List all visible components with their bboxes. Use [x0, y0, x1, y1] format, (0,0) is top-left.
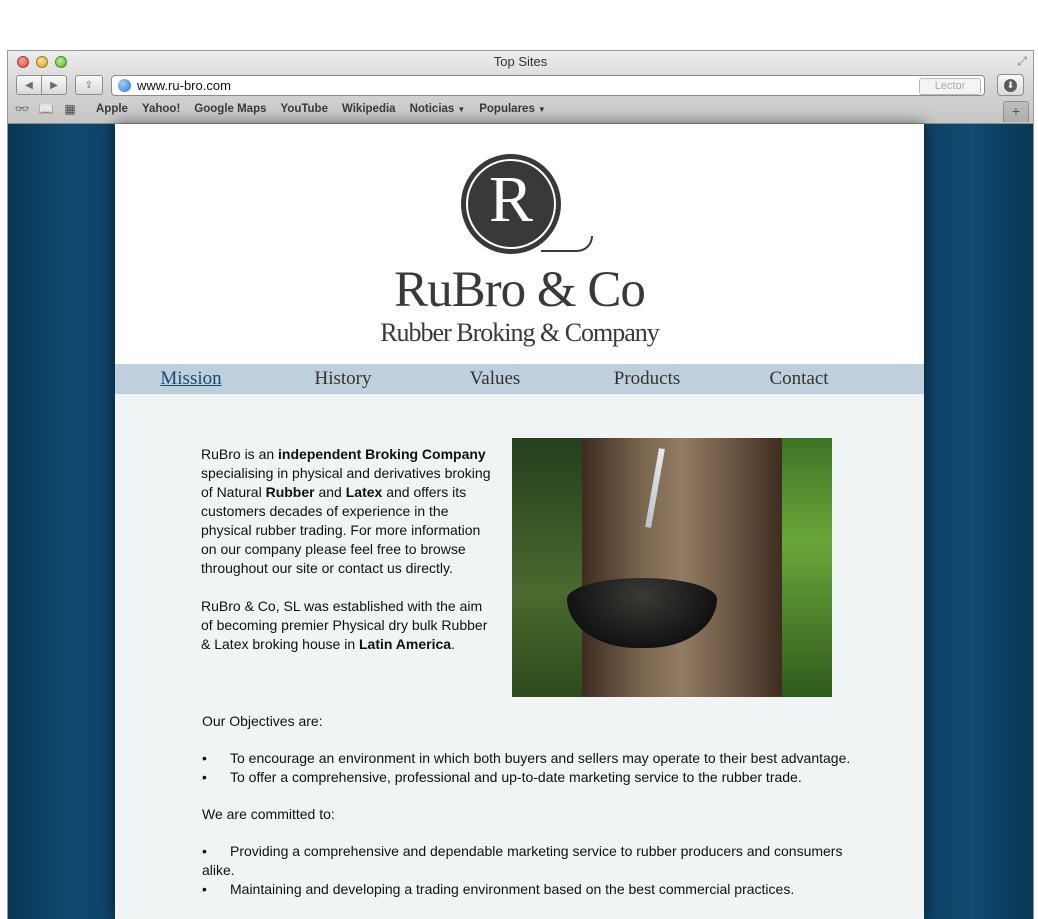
commitments-heading: We are committed to: — [202, 806, 335, 822]
top-sites-grid-icon[interactable]: ▦ — [60, 102, 80, 116]
intro-paragraph: RuBro & Co, SL was established with the … — [201, 598, 488, 652]
rubber-tree-photo — [512, 438, 832, 697]
bookmarks-bar: 👓 📖 ▦ Apple Yahoo! Google Maps YouTube W… — [8, 100, 546, 118]
downloads-button[interactable]: ⬇ — [997, 74, 1024, 96]
list-item-text: Providing a comprehensive and dependable… — [202, 843, 843, 878]
list-item: • To encourage an environment in which bo… — [202, 749, 862, 768]
brand-tagline: Rubber Broking & Company — [380, 318, 660, 347]
mission-body: Our Objectives are: • To encourage an env… — [202, 712, 862, 917]
bookmark-apple[interactable]: Apple — [96, 103, 128, 115]
emphasis-text: Latin America — [359, 636, 452, 652]
bullet: • — [202, 769, 207, 785]
forward-button[interactable]: ▶ — [41, 75, 67, 95]
list-item: • Providing a comprehensive and dependabl… — [202, 842, 862, 880]
nav-contact[interactable]: Contact — [723, 364, 875, 394]
intro-text: RuBro is an independent Broking Company … — [201, 445, 491, 673]
window-title: Top Sites — [493, 54, 548, 69]
bookmark-folder-label: Populares — [479, 103, 535, 115]
list-item: • Maintaining and developing a trading en… — [202, 880, 862, 899]
back-button[interactable]: ◀ — [16, 75, 42, 95]
list-item-text: To offer a comprehensive, professional a… — [230, 769, 802, 785]
photo-forest-right — [782, 438, 832, 697]
chevron-down-icon: ▼ — [537, 105, 546, 114]
fullscreen-icon[interactable]: ⤢ — [1017, 54, 1027, 69]
list-item-text: Maintaining and developing a trading env… — [230, 881, 795, 897]
emphasis-text: Rubber — [265, 484, 315, 500]
new-tab-button[interactable]: + — [1003, 101, 1029, 122]
bullet: • — [202, 843, 207, 859]
nav-history[interactable]: History — [267, 364, 419, 394]
bookmark-google-maps[interactable]: Google Maps — [194, 103, 266, 115]
download-arrow-icon: ⬇ — [1004, 78, 1017, 92]
bullet: • — [202, 881, 207, 897]
bullet: • — [202, 750, 207, 766]
emphasis-text: Latex — [345, 484, 383, 500]
objectives-heading: Our Objectives are: — [202, 713, 323, 729]
share-icon: ⇪ — [84, 79, 94, 91]
logo-flourish — [541, 236, 593, 252]
reader-button[interactable]: Lector — [919, 78, 981, 95]
globe-icon — [118, 79, 131, 92]
address-bar[interactable]: www.ru-bro.com Lector — [111, 75, 985, 96]
emphasis-text: independent Broking Company — [278, 446, 486, 462]
bookmark-folder-noticias[interactable]: Noticias ▼ — [410, 103, 466, 115]
nav-mission[interactable]: Mission — [115, 364, 267, 394]
photo-forest-left — [512, 438, 582, 697]
bookmark-folder-label: Noticias — [409, 103, 455, 115]
plus-icon: + — [1011, 103, 1021, 119]
logo-letter: R — [488, 163, 534, 236]
site-nav: Mission History Values Products Contact — [115, 364, 924, 394]
objectives-list: • To encourage an environment in which bo… — [202, 749, 862, 787]
nav-products[interactable]: Products — [571, 364, 723, 394]
site-page: R RuBro & Co Rubber Broking & Company Mi… — [115, 124, 924, 919]
browser-chrome: Top Sites ⤢ ◀ ▶ ⇪ www.ru-bro.com Lector … — [8, 51, 1033, 124]
bookmark-folder-populares[interactable]: Populares ▼ — [479, 103, 546, 115]
brand-name: RuBro & Co — [394, 262, 646, 318]
list-item: • To offer a comprehensive, professional … — [202, 768, 862, 787]
url-text[interactable]: www.ru-bro.com — [137, 78, 231, 93]
forward-arrow-icon: ▶ — [50, 79, 58, 91]
bookmark-wikipedia[interactable]: Wikipedia — [342, 103, 396, 115]
browser-window: Top Sites ⤢ ◀ ▶ ⇪ www.ru-bro.com Lector … — [7, 50, 1034, 919]
bookmarks-book-icon[interactable]: 📖 — [36, 102, 56, 116]
share-button[interactable]: ⇪ — [75, 75, 103, 95]
reading-list-icon[interactable]: 👓 — [12, 102, 32, 116]
chevron-down-icon: ▼ — [457, 105, 466, 114]
web-viewport: R RuBro & Co Rubber Broking & Company Mi… — [8, 124, 1033, 919]
photo-tree-trunk — [582, 438, 782, 697]
bookmark-yahoo[interactable]: Yahoo! — [142, 103, 180, 115]
back-arrow-icon: ◀ — [25, 79, 33, 91]
site-header: R RuBro & Co Rubber Broking & Company — [115, 124, 924, 364]
commitments-list: • Providing a comprehensive and dependabl… — [202, 842, 862, 899]
bookmark-youtube[interactable]: YouTube — [281, 103, 328, 115]
list-item-text: To encourage an environment in which bot… — [230, 750, 851, 766]
nav-values[interactable]: Values — [419, 364, 571, 394]
intro-paragraph: RuBro is an independent Broking Company … — [201, 446, 491, 576]
